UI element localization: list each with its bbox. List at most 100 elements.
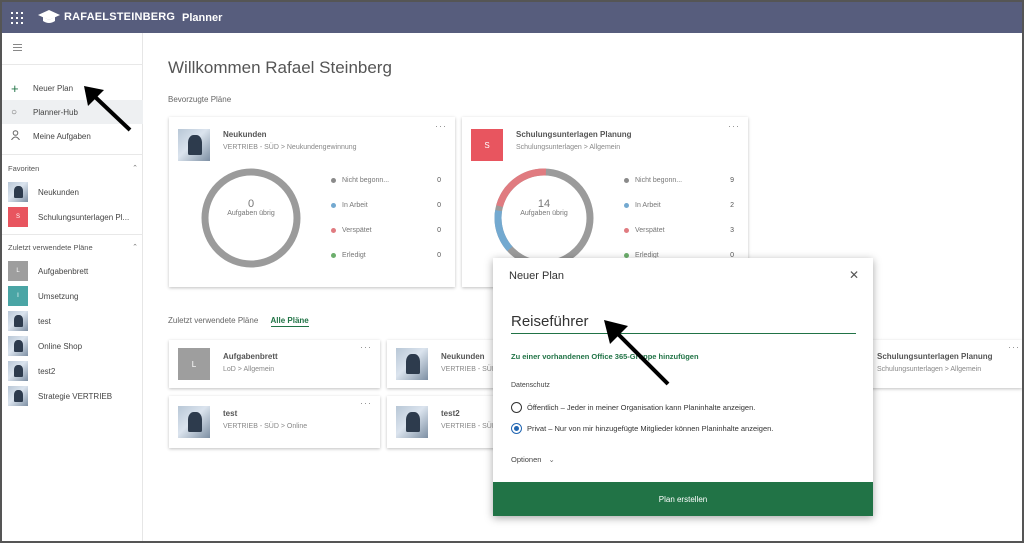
divider — [2, 64, 143, 65]
card-title: Schulungsunterlagen Planung — [877, 352, 993, 361]
card-subtitle: VERTRIEB - SÜD > Online — [223, 423, 308, 430]
nav-label: Neuer Plan — [33, 83, 74, 93]
plan-initial-badge: I — [8, 286, 28, 306]
favorites-heading: Bevorzugte Pläne — [168, 95, 232, 104]
card-subtitle: VERTRIEB - SÜD — [441, 366, 497, 373]
privacy-public-option[interactable]: Öffentlich – Jeder in meiner Organisatio… — [511, 402, 755, 413]
brand-logo[interactable]: RAFAELSTEINBERG — [38, 10, 175, 24]
more-options-icon[interactable]: ··· — [360, 398, 372, 408]
circle-icon: ○ — [11, 106, 18, 118]
person-icon — [11, 129, 33, 143]
sidebar-recent-strategie[interactable]: Strategie VERTRIEB — [8, 385, 143, 407]
chevron-up-icon[interactable]: ⌃ — [132, 164, 138, 172]
plan-thumbnail — [178, 406, 210, 438]
remaining-label: Aufgaben übrig — [227, 210, 275, 217]
remaining-label: Aufgaben übrig — [520, 210, 568, 217]
app-name[interactable]: Planner — [182, 12, 222, 24]
plan-label: Aufgabenbrett — [38, 266, 89, 276]
sidebar-recent-umsetzung[interactable]: I Umsetzung — [8, 285, 143, 307]
remaining-count: 14 — [537, 198, 551, 210]
sidebar-recent-aufgabenbrett[interactable]: L Aufgabenbrett — [8, 260, 143, 282]
card-subtitle: Schulungsunterlagen > Allgemein — [877, 366, 982, 373]
dialog-title: Neuer Plan — [509, 270, 565, 282]
options-toggle[interactable]: Optionen ⌄ — [511, 455, 555, 464]
recent-card-test[interactable]: test VERTRIEB - SÜD > Online ··· — [169, 396, 380, 448]
fav-card-neukunden[interactable]: Neukunden VERTRIEB - SÜD > Neukundengewi… — [169, 117, 455, 287]
plan-thumbnail — [8, 361, 28, 381]
donut-center: 14 Aufgaben übrig — [493, 198, 595, 217]
plan-label: Schulungsunterlagen Pl... — [38, 212, 130, 222]
radio-private[interactable] — [511, 423, 522, 434]
plan-thumbnail — [8, 386, 28, 406]
radio-public[interactable] — [511, 402, 522, 413]
plan-label: Umsetzung — [38, 291, 79, 301]
status-dot — [624, 252, 629, 258]
privacy-private-option[interactable]: Privat – Nur von mir hinzugefügte Mitgli… — [511, 423, 773, 434]
card-subtitle: VERTRIEB - SÜD — [441, 423, 497, 430]
status-dot — [331, 177, 336, 183]
card-subtitle: LoD > Allgemein — [223, 366, 275, 373]
chevron-down-icon: ⌄ — [548, 455, 555, 464]
divider — [2, 234, 143, 235]
plan-initial-badge: L — [8, 261, 28, 281]
recent-card-aufgabenbrett[interactable]: L Aufgabenbrett LoD > Allgemein ··· — [169, 340, 380, 388]
more-options-icon[interactable]: ··· — [435, 121, 447, 131]
card-title: Neukunden — [223, 130, 267, 139]
plan-thumbnail — [8, 311, 28, 331]
plan-thumbnail — [8, 336, 28, 356]
status-dot — [624, 202, 629, 208]
plan-label: test2 — [38, 366, 56, 376]
plan-initial-badge: L — [178, 348, 210, 380]
top-bar: RAFAELSTEINBERG Planner — [2, 2, 1022, 33]
section-label: Zuletzt verwendete Pläne — [8, 243, 93, 252]
plan-label: Neukunden — [38, 187, 79, 197]
sidebar-fav-neukunden[interactable]: Neukunden — [8, 181, 143, 203]
divider — [2, 154, 143, 155]
status-dot — [331, 252, 336, 258]
planner-window: RAFAELSTEINBERG Planner + Neuer Plan ○ P… — [0, 0, 1024, 543]
annotation-arrow — [84, 86, 132, 132]
app-launcher-icon[interactable] — [11, 12, 23, 24]
plan-thumbnail — [8, 182, 28, 202]
plan-thumbnail — [396, 406, 428, 438]
recent-heading[interactable]: Zuletzt verwendete Pläne — [168, 316, 258, 325]
legend-in-progress: In Arbeit 2 — [624, 202, 734, 209]
remaining-count: 0 — [247, 198, 255, 210]
all-plans-link[interactable]: Alle Pläne — [270, 316, 309, 327]
page-title: Willkommen Rafael Steinberg — [168, 58, 392, 77]
legend-not-started: Nicht begonn... 0 — [331, 177, 441, 184]
annotation-arrow — [604, 320, 670, 386]
plan-label: Strategie VERTRIEB — [38, 391, 113, 401]
options-label: Optionen — [511, 455, 542, 464]
card-title: Aufgabenbrett — [223, 352, 278, 361]
legend-done: Erledigt 0 — [331, 252, 441, 259]
more-options-icon[interactable]: ··· — [1008, 342, 1020, 352]
favorites-section-title[interactable]: Favoriten ⌃ — [8, 164, 138, 173]
chevron-up-icon[interactable]: ⌃ — [132, 243, 138, 251]
card-title: test2 — [441, 409, 460, 418]
plan-initial-badge: S — [471, 129, 503, 161]
recent-section-title[interactable]: Zuletzt verwendete Pläne ⌃ — [8, 243, 138, 252]
sidebar-recent-online-shop[interactable]: Online Shop — [8, 335, 143, 357]
plan-label: Online Shop — [38, 341, 83, 351]
recent-tabs: Zuletzt verwendete Pläne Alle Pläne — [168, 316, 309, 327]
donut-center: 0 Aufgaben übrig — [200, 198, 302, 217]
progress-donut — [201, 168, 301, 268]
more-options-icon[interactable]: ··· — [728, 121, 740, 131]
plan-name-input[interactable] — [511, 310, 856, 334]
status-dot — [624, 177, 629, 183]
hamburger-icon[interactable] — [13, 44, 22, 53]
close-icon[interactable]: ✕ — [849, 268, 859, 282]
section-label: Favoriten — [8, 164, 40, 173]
more-options-icon[interactable]: ··· — [360, 342, 372, 352]
sidebar-recent-test2[interactable]: test2 — [8, 360, 143, 382]
create-plan-button[interactable]: Plan erstellen — [493, 482, 873, 516]
sidebar-fav-schulungsunterlagen[interactable]: S Schulungsunterlagen Pl... — [8, 206, 143, 228]
card-title: Schulungsunterlagen Planung — [516, 130, 632, 139]
radio-label: Privat – Nur von mir hinzugefügte Mitgli… — [527, 424, 774, 433]
card-title: Neukunden — [441, 352, 485, 361]
privacy-label: Datenschutz — [511, 382, 550, 389]
card-subtitle: Schulungsunterlagen > Allgemein — [516, 144, 621, 151]
plus-icon: + — [11, 80, 19, 96]
sidebar-recent-test[interactable]: test — [8, 310, 143, 332]
